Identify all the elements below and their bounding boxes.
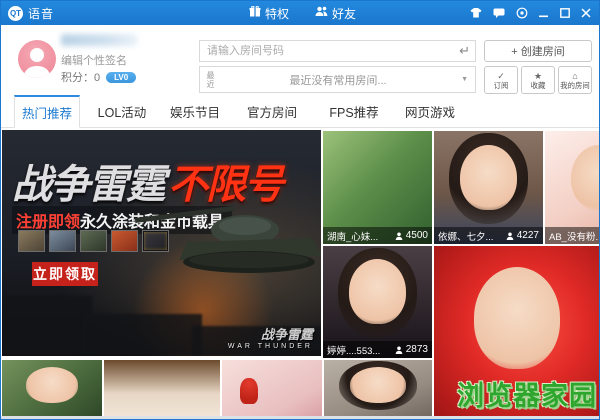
star-icon: ★ bbox=[533, 70, 543, 81]
window-bottom-edge bbox=[1, 416, 599, 419]
points-label: 积分：0 bbox=[61, 72, 101, 84]
privilege-nav[interactable]: 特权 bbox=[249, 5, 289, 22]
viewer-icon bbox=[395, 346, 403, 354]
subscribe-label: 订阅 bbox=[493, 80, 509, 90]
room-quick-buttons: ✓ 订阅 ★ 收藏 ⌂ 我的房间 bbox=[484, 66, 592, 94]
friends-icon bbox=[315, 6, 328, 20]
subtitle-red: 注册即领 bbox=[16, 214, 81, 231]
reward-tank-thumb bbox=[80, 230, 107, 252]
header: 编辑个性签名 积分：0 LV0 ↵ 最近 最近没有常用房间... ▼ + 创建房… bbox=[1, 25, 599, 95]
tab-hot[interactable]: 热门推荐 bbox=[14, 95, 80, 128]
room-name: 湖南_心妹... bbox=[327, 231, 379, 243]
tab-bar: 热门推荐 LOL活动 娱乐节目 官方房间 FPS推荐 网页游戏 bbox=[1, 95, 599, 128]
my-room-label: 我的房间 bbox=[560, 80, 590, 90]
war-thunder-banner[interactable]: 战争雷霆 不限号 注册即领永久涂装和金币载具 立即领取 战争雷霆 WAR THU… bbox=[2, 130, 321, 356]
brand-en: WAR THUNDER bbox=[227, 343, 313, 350]
create-room-button[interactable]: + 创建房间 bbox=[484, 40, 592, 62]
room-tile[interactable]: AB_没有粉... bbox=[545, 131, 600, 244]
room-name: 婷婷....553... bbox=[327, 345, 381, 357]
viewer-count: 4227 bbox=[506, 230, 539, 241]
tank-illustration bbox=[117, 188, 321, 288]
app-logo: QT 语音 bbox=[8, 5, 54, 22]
reward-truck-thumb bbox=[18, 230, 45, 252]
maximize-icon[interactable] bbox=[560, 8, 570, 18]
viewer-icon bbox=[506, 232, 514, 240]
home-icon: ⌂ bbox=[572, 70, 578, 81]
room-number-input[interactable] bbox=[200, 41, 475, 61]
tab-fps[interactable]: FPS推荐 bbox=[322, 95, 386, 127]
room-tile[interactable] bbox=[2, 360, 102, 419]
privilege-label: 特权 bbox=[265, 6, 290, 21]
tab-lol[interactable]: LOL活动 bbox=[91, 95, 153, 127]
username-blurred bbox=[61, 34, 137, 46]
room-caption: 依娜、七夕... 4227 bbox=[434, 227, 543, 244]
points-row: 积分：0 LV0 bbox=[61, 69, 137, 85]
my-room-button[interactable]: ⌂ 我的房间 bbox=[558, 66, 592, 94]
qt-logo-icon: QT bbox=[8, 5, 23, 21]
minimize-icon[interactable] bbox=[539, 8, 549, 18]
app-title: 语音 bbox=[28, 6, 55, 21]
friends-nav[interactable]: 好友 bbox=[315, 5, 356, 22]
gift-icon bbox=[249, 5, 261, 20]
recent-label: 最近 bbox=[206, 70, 215, 89]
signature-link[interactable]: 编辑个性签名 bbox=[61, 52, 127, 68]
room-name: AB_没有粉... bbox=[549, 231, 600, 243]
ruins-silhouette bbox=[2, 296, 92, 356]
room-tile[interactable]: 湖南_心妹... 4500 bbox=[323, 131, 432, 244]
room-tile[interactable] bbox=[222, 360, 322, 419]
feedback-icon[interactable] bbox=[493, 8, 505, 18]
titlebar: QT 语音 特权 好友 bbox=[1, 1, 599, 25]
room-caption: AB_没有粉... bbox=[545, 227, 600, 244]
chevron-down-icon: ▼ bbox=[461, 76, 468, 83]
tab-official[interactable]: 官方房间 bbox=[241, 95, 303, 127]
skin-icon[interactable] bbox=[470, 8, 482, 18]
viewer-count: 2873 bbox=[395, 344, 428, 355]
tab-entertainment[interactable]: 娱乐节目 bbox=[164, 95, 226, 127]
level-badge: LV0 bbox=[106, 71, 137, 83]
check-icon: ✓ bbox=[497, 70, 505, 81]
recent-empty-text: 最近没有常用房间... bbox=[289, 74, 387, 87]
ruins-silhouette bbox=[82, 314, 202, 356]
close-icon[interactable] bbox=[581, 8, 591, 18]
viewer-count: 4500 bbox=[395, 230, 428, 241]
titlebar-nav: 特权 好友 bbox=[249, 5, 356, 22]
room-tile[interactable] bbox=[104, 360, 220, 419]
subscribe-button[interactable]: ✓ 订阅 bbox=[484, 66, 518, 94]
room-caption: 湖南_心妹... 4500 bbox=[323, 227, 432, 244]
avatar[interactable] bbox=[18, 40, 56, 78]
room-tile[interactable] bbox=[324, 360, 432, 419]
recent-rooms-dropdown[interactable]: 最近 最近没有常用房间... ▼ bbox=[199, 66, 476, 93]
brand-cn: 战争雷霆 bbox=[260, 327, 313, 342]
app-window: QT 语音 特权 好友 编辑个性签名 积分：0 LV0 请输入房间号码 ↵ 最近… bbox=[0, 0, 600, 420]
room-tile[interactable]: 依娜、七夕... 4227 bbox=[434, 131, 543, 244]
content-area: 战争雷霆 不限号 注册即领永久涂装和金币载具 立即领取 战争雷霆 WAR THU… bbox=[1, 128, 599, 419]
room-tile[interactable]: 婷婷....553... 2873 bbox=[323, 246, 432, 358]
friends-label: 好友 bbox=[332, 6, 357, 21]
room-name: 依娜、七夕... bbox=[438, 231, 494, 243]
room-input-wrap: ↵ bbox=[199, 40, 476, 62]
reward-plane-thumb bbox=[49, 230, 76, 252]
room-caption: 婷婷....553... 2873 bbox=[323, 341, 432, 358]
settings-icon[interactable] bbox=[516, 7, 528, 19]
viewer-icon bbox=[395, 232, 403, 240]
titlebar-icons bbox=[470, 7, 591, 19]
claim-now-button[interactable]: 立即领取 bbox=[32, 262, 98, 286]
favorite-button[interactable]: ★ 收藏 bbox=[521, 66, 555, 94]
site-watermark: 浏览器家园 bbox=[457, 381, 597, 411]
tab-webgame[interactable]: 网页游戏 bbox=[399, 95, 461, 127]
war-thunder-brand: 战争雷霆 WAR THUNDER bbox=[228, 324, 313, 350]
favorite-label: 收藏 bbox=[530, 80, 546, 90]
enter-icon[interactable]: ↵ bbox=[459, 43, 470, 59]
